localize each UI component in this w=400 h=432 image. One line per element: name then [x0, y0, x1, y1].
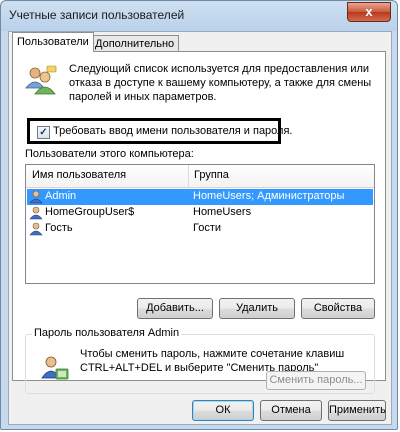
user-icon — [29, 222, 43, 236]
user-name: Гость — [45, 222, 73, 234]
user-group: HomeUsers — [193, 206, 252, 218]
users-listview[interactable]: Имя пользователя Группа Admin HomeUsers;… — [25, 164, 375, 284]
column-header-username[interactable]: Имя пользователя — [32, 169, 126, 181]
user-name: HomeGroupUser$ — [45, 206, 135, 218]
require-login-label[interactable]: Требовать ввод имени пользователя и паро… — [53, 125, 292, 137]
user-properties-button[interactable]: Свойства — [301, 298, 375, 319]
tab-advanced[interactable]: Дополнительно — [90, 35, 180, 52]
users-icon — [25, 65, 57, 95]
user-group: HomeUsers; Администраторы — [193, 190, 345, 202]
user-row-admin[interactable]: Admin HomeUsers; Администраторы — [27, 189, 373, 205]
column-header-group[interactable]: Группа — [194, 169, 229, 181]
users-list-caption: Пользователи этого компьютера: — [25, 148, 194, 160]
ok-button[interactable]: ОК — [192, 400, 254, 421]
close-button[interactable]: x — [347, 2, 391, 22]
cancel-button[interactable]: Отмена — [260, 400, 322, 421]
listview-header: Имя пользователя Группа — [26, 165, 374, 188]
add-user-button[interactable]: Добавить... — [137, 298, 213, 319]
user-row-homegroupuser[interactable]: HomeGroupUser$ HomeUsers — [27, 205, 373, 221]
user-icon — [29, 206, 43, 220]
intro-text: Следующий список используется для предос… — [69, 63, 372, 103]
remove-user-button[interactable]: Удалить — [219, 298, 295, 319]
password-user-icon — [41, 356, 69, 380]
password-group: Пароль пользователя Admin Чтобы сменить … — [25, 327, 375, 394]
change-password-button[interactable]: Сменить пароль... — [266, 371, 366, 390]
password-group-title: Пароль пользователя Admin — [32, 327, 182, 339]
title-bar[interactable]: Учетные записи пользователей x — [1, 1, 397, 31]
user-group: Гости — [193, 222, 222, 234]
dialog-window: Учетные записи пользователей x Пользоват… — [0, 0, 398, 430]
column-divider[interactable] — [188, 165, 189, 187]
window-title: Учетные записи пользователей — [9, 8, 185, 22]
user-name: Admin — [45, 190, 77, 202]
require-login-row[interactable]: ✓ Требовать ввод имени пользователя и па… — [27, 118, 292, 144]
users-tab-panel: Следующий список используется для предос… — [12, 51, 386, 394]
close-icon: x — [365, 4, 373, 19]
user-icon — [29, 190, 43, 204]
dialog-client-area: Пользователи Дополнительно Следующий спи… — [8, 31, 392, 425]
require-login-checkbox[interactable]: ✓ — [37, 126, 50, 139]
apply-button[interactable]: Применить — [328, 400, 386, 421]
user-row-guest[interactable]: Гость Гости — [27, 221, 373, 237]
tab-users[interactable]: Пользователи — [12, 32, 94, 52]
